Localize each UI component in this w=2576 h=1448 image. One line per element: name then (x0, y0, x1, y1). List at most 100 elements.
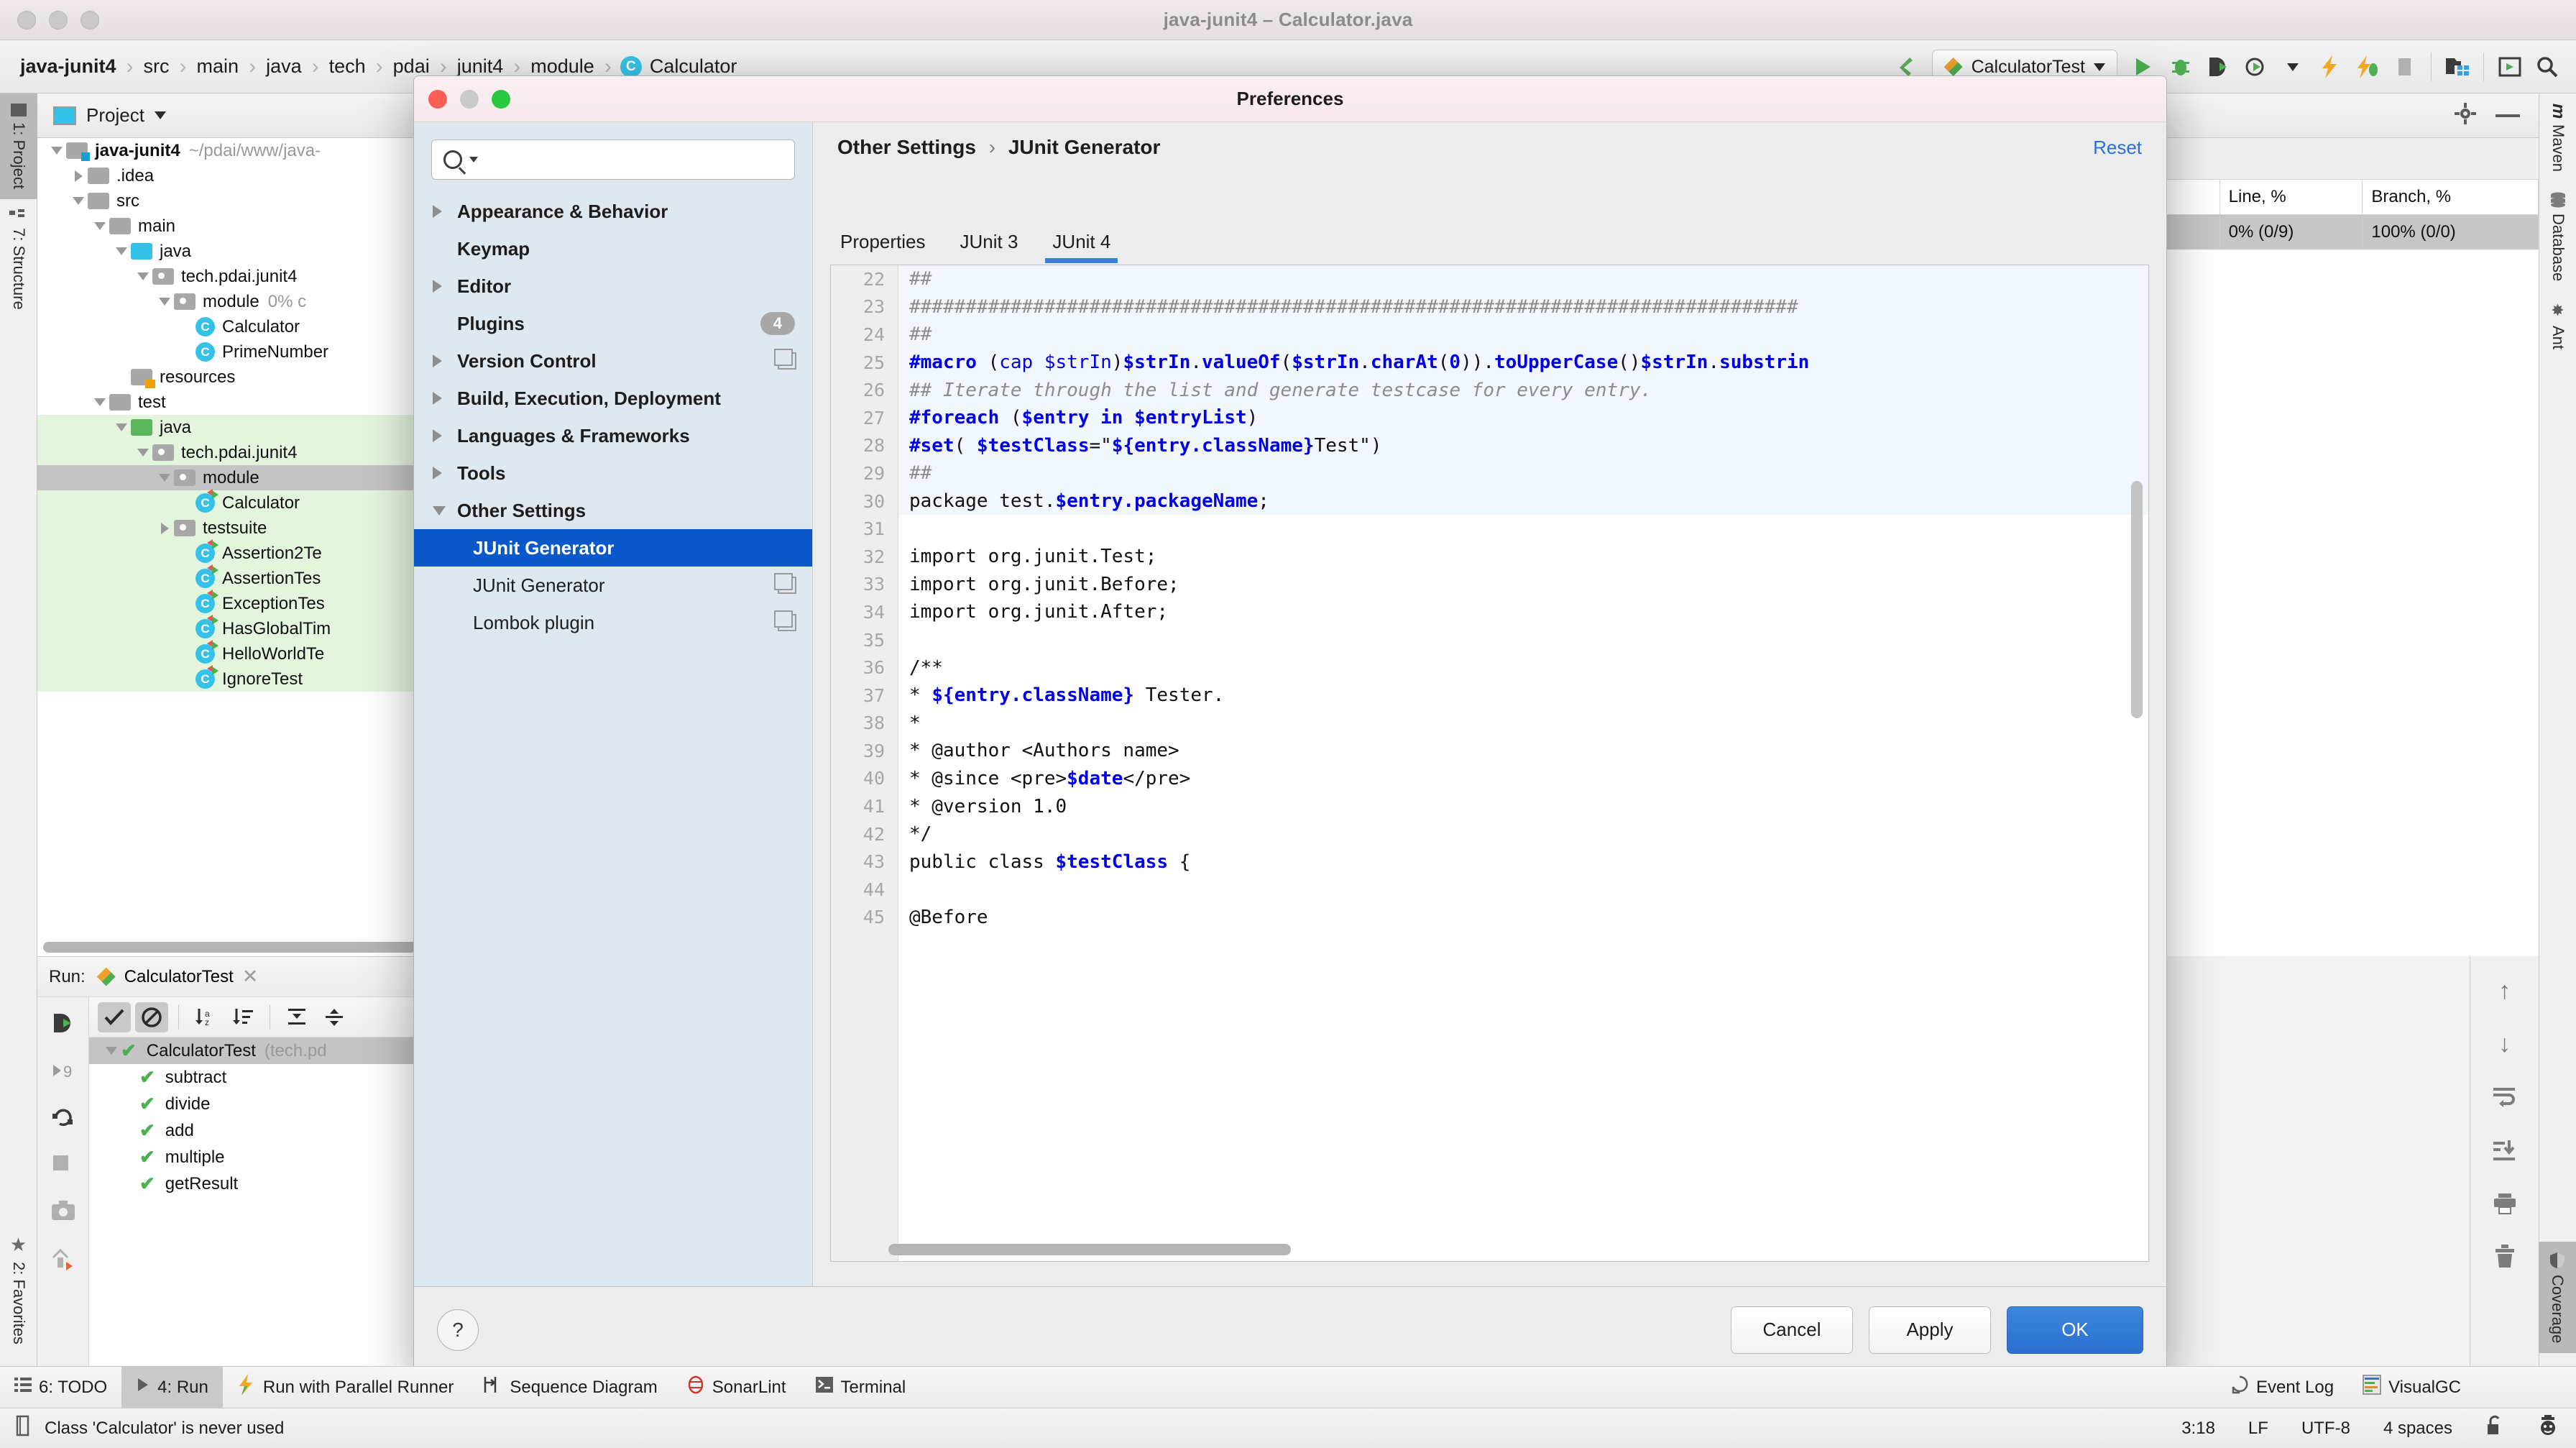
bottom-tab-visualgc[interactable]: VisualGC (2348, 1367, 2475, 1408)
code-line[interactable]: ## (899, 321, 2148, 349)
collapse-arrow-icon[interactable] (433, 506, 457, 515)
sidebar-item-database[interactable]: Database (2539, 182, 2576, 291)
tree-node[interactable]: main (37, 214, 446, 239)
pref-breadcrumb-parent[interactable]: Other Settings (837, 136, 976, 158)
breadcrumb-item-calculator[interactable]: Calculator (648, 55, 739, 78)
code-line[interactable]: * ${entry.className} Tester. (899, 682, 2148, 710)
bottom-tab-sequence-diagram[interactable]: Sequence Diagram (468, 1367, 671, 1408)
run-tab[interactable]: CalculatorTest ✕ (97, 966, 259, 988)
soft-wrap-icon[interactable] (2490, 1083, 2519, 1112)
code-line[interactable]: import org.junit.After; (899, 598, 2148, 626)
code-line[interactable]: * @author <Authors name> (899, 737, 2148, 765)
code-line[interactable]: ## (899, 265, 2148, 293)
breadcrumb-item-main[interactable]: main (196, 55, 241, 78)
show-passed-icon[interactable] (98, 1002, 131, 1032)
expand-arrow-icon[interactable] (155, 523, 174, 534)
bottom-tab-sonarlint[interactable]: SonarLint (672, 1367, 801, 1408)
test-root-row[interactable]: ✔CalculatorTest(tech.pd (89, 1037, 446, 1064)
sidebar-item-favorites[interactable]: ★ 2: Favorites (0, 1224, 37, 1355)
code-line[interactable]: package test.$entry.packageName; (899, 487, 2148, 515)
tree-node[interactable]: CAssertionTes (37, 566, 446, 591)
sidebar-item-coverage[interactable]: Coverage (2539, 1242, 2576, 1353)
expand-arrow-icon[interactable] (433, 354, 457, 367)
cancel-button[interactable]: Cancel (1731, 1306, 1853, 1354)
pref-category-version-control[interactable]: Version Control (414, 342, 812, 380)
collapse-arrow-icon[interactable] (91, 222, 109, 230)
pref-category-junit-generator[interactable]: JUnit Generator (414, 567, 812, 604)
code-line[interactable]: ## Iterate through the list and generate… (899, 376, 2148, 404)
pref-category-keymap[interactable]: Keymap (414, 230, 812, 267)
tree-node[interactable]: CCalculator (37, 314, 446, 339)
minimize-icon[interactable] (2496, 109, 2520, 122)
tab-junit4[interactable]: JUnit 4 (1045, 231, 1118, 263)
breadcrumb-item-java[interactable]: java (264, 55, 303, 78)
code-line[interactable]: import org.junit.Test; (899, 543, 2148, 571)
tree-node[interactable]: CPrimeNumber (37, 339, 446, 365)
arrow-down-icon[interactable]: ↓ (2490, 1030, 2519, 1058)
breadcrumb-item-src[interactable]: src (142, 55, 171, 78)
build-debug-icon[interactable] (2349, 48, 2386, 86)
tree-node[interactable]: java-junit4~/pdai/www/java- (37, 138, 446, 163)
rerun-icon[interactable] (50, 1010, 76, 1036)
test-row[interactable]: ✔multiple (89, 1144, 446, 1170)
tree-node[interactable]: test (37, 390, 446, 415)
trash-icon[interactable] (2490, 1242, 2519, 1271)
test-row[interactable]: ✔subtract (89, 1064, 446, 1091)
test-results-tree[interactable]: ✔CalculatorTest(tech.pd✔subtract✔divide ✔… (89, 1037, 446, 1197)
editor-code-area[interactable]: ########################################… (899, 265, 2148, 1261)
stop-icon[interactable] (50, 1153, 76, 1178)
expand-arrow-icon[interactable] (69, 170, 88, 182)
hector-icon[interactable] (2537, 1415, 2559, 1442)
sidebar-item-ant[interactable]: ✸ Ant (2539, 292, 2576, 359)
file-encoding[interactable]: UTF-8 (2301, 1419, 2350, 1439)
tree-node[interactable]: src (37, 188, 446, 214)
code-line[interactable]: ## (899, 459, 2148, 487)
tree-node[interactable]: java (37, 239, 446, 264)
preferences-tree[interactable]: Appearance & BehaviorKeymapEditorPlugins… (414, 193, 812, 641)
code-line[interactable]: /** (899, 654, 2148, 682)
code-line[interactable]: @Before (899, 904, 2148, 932)
sidebar-item-maven[interactable]: m Maven (2539, 93, 2576, 182)
code-line[interactable]: #macro (cap $strIn)$strIn.valueOf($strIn… (899, 349, 2148, 377)
breadcrumb-item-module[interactable]: module (529, 55, 596, 78)
column-header-line[interactable]: Line, % (2220, 180, 2363, 215)
debug-icon[interactable] (2162, 48, 2199, 86)
code-line[interactable]: * (899, 710, 2148, 738)
rerun-failed-icon[interactable]: 9 (50, 1058, 76, 1083)
code-line[interactable] (899, 515, 2148, 543)
breadcrumb-item-pdai[interactable]: pdai (392, 55, 431, 78)
caret-position[interactable]: 3:18 (2181, 1419, 2215, 1439)
code-line[interactable]: */ (899, 820, 2148, 848)
indent-setting[interactable]: 4 spaces (2383, 1419, 2452, 1439)
tree-node[interactable]: testsuite (37, 515, 446, 541)
collapse-all-icon[interactable] (318, 1002, 351, 1032)
sort-by-duration-icon[interactable] (226, 1002, 259, 1032)
test-row[interactable]: ✔getResult (89, 1170, 446, 1197)
code-line[interactable] (899, 626, 2148, 654)
expand-arrow-icon[interactable] (433, 205, 457, 218)
ok-button[interactable]: OK (2007, 1306, 2143, 1354)
pref-category-appearance-behavior[interactable]: Appearance & Behavior (414, 193, 812, 230)
reset-link[interactable]: Reset (2093, 137, 2142, 159)
tree-node[interactable]: tech.pdai.junit4 (37, 440, 446, 465)
project-tree-horizontal-scrollbar[interactable] (43, 942, 417, 953)
column-header-branch[interactable]: Branch, % (2363, 180, 2539, 215)
pref-category-lombok-plugin[interactable]: Lombok plugin (414, 604, 812, 641)
code-line[interactable] (899, 876, 2148, 904)
bottom-tab-parallel-runner[interactable]: Run with Parallel Runner (223, 1367, 468, 1408)
pref-category-plugins[interactable]: Plugins4 (414, 305, 812, 342)
expand-arrow-icon[interactable] (433, 429, 457, 442)
project-structure-icon[interactable] (2439, 48, 2476, 86)
tree-node[interactable]: resources (37, 365, 446, 390)
pref-category-other-settings[interactable]: Other Settings (414, 492, 812, 529)
code-line[interactable]: #foreach ($entry in $entryList) (899, 404, 2148, 432)
copy-settings-icon[interactable] (778, 614, 796, 631)
pref-category-languages-frameworks[interactable]: Languages & Frameworks (414, 417, 812, 454)
collapse-arrow-icon[interactable] (102, 1047, 121, 1055)
template-code-editor[interactable]: 2223242526272829303132333435363738394041… (830, 265, 2149, 1262)
collapse-arrow-icon[interactable] (91, 398, 109, 406)
test-row[interactable]: ✔divide (89, 1091, 446, 1117)
sidebar-item-project[interactable]: 1: Project (0, 93, 37, 199)
pref-category-tools[interactable]: Tools (414, 454, 812, 492)
arrow-up-icon[interactable]: ↑ (2490, 976, 2519, 1005)
